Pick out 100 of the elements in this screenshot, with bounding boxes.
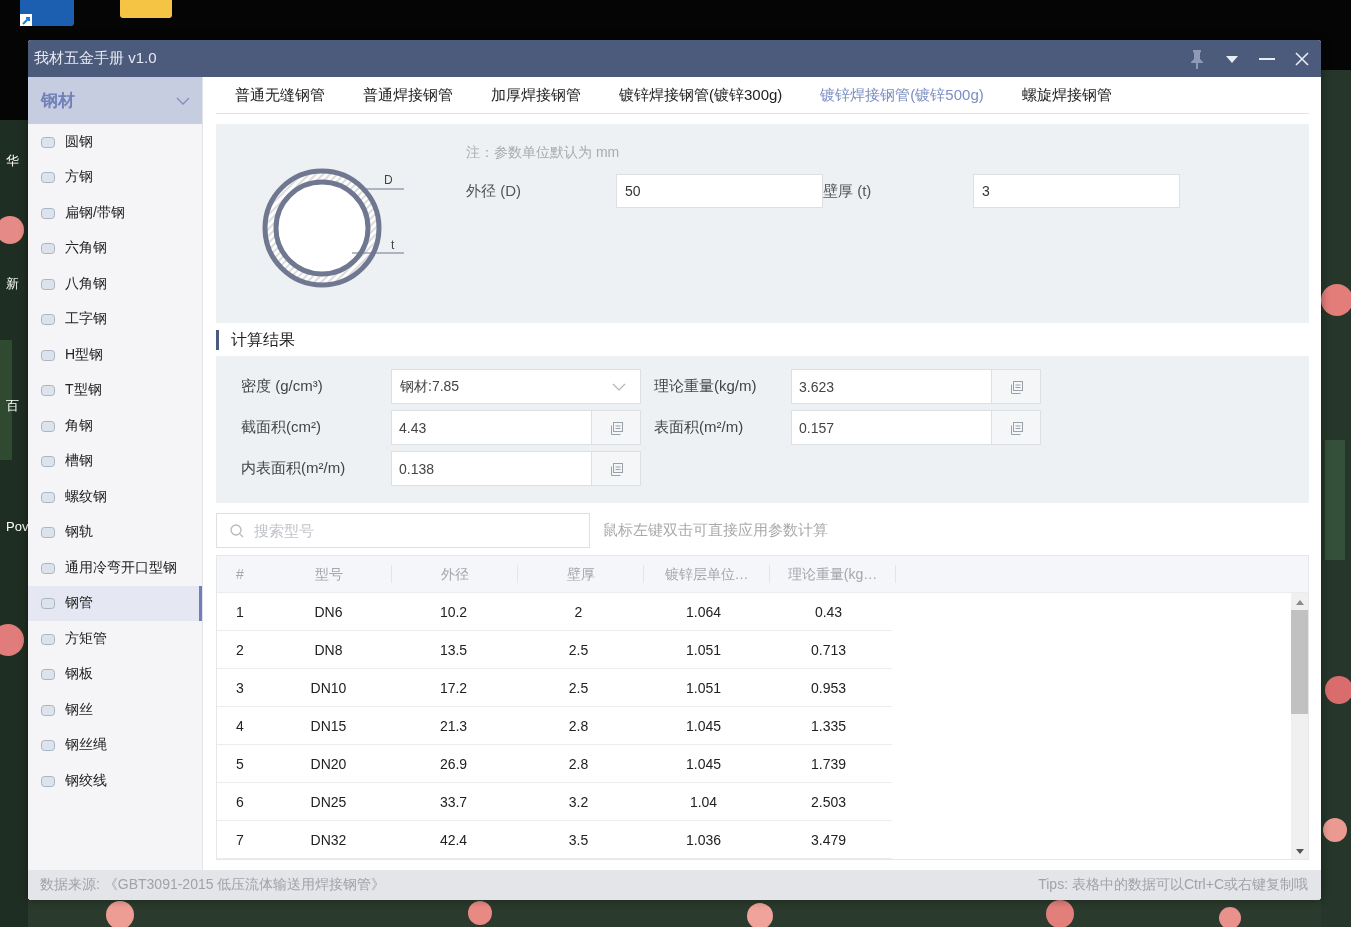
table-cell-text: 1.04 [688, 793, 719, 810]
table-cell-text: DN20 [309, 755, 348, 772]
field-label: 外径 (D) [466, 181, 522, 201]
steel-profile-icon [40, 240, 56, 257]
table-cell-text: 2.5 [567, 641, 590, 658]
output-field[interactable]: 3.623 [791, 369, 992, 404]
copy-icon [1009, 379, 1023, 394]
table-cell-text: DN10 [309, 679, 348, 696]
sidebar-item[interactable]: 钢轨 [28, 514, 202, 550]
sidebar-item[interactable]: 槽钢 [28, 443, 202, 479]
sidebar-item[interactable]: 角钢 [28, 408, 202, 444]
sidebar-item[interactable]: 通用冷弯开口型钢 [28, 550, 202, 586]
steel-profile-icon [40, 595, 56, 612]
table-cell-text: 2 [573, 603, 584, 620]
table-row[interactable]: 7 DN32 42.4 3.5 1.036 3.479 [217, 821, 892, 859]
table-cell-text: 17.2 [438, 679, 469, 696]
copy-button[interactable] [592, 410, 641, 445]
steel-profile-icon [40, 737, 56, 754]
table-cell-text: 2.8 [567, 755, 590, 772]
search-field[interactable]: 搜索型号 [216, 513, 590, 548]
output-field[interactable]: 0.138 [391, 451, 592, 486]
status-text: Tips: 表格中的数据可以Ctrl+C或右键复制哦 [1038, 876, 1308, 894]
note-text: 注：参数单位默认为 mm [466, 144, 621, 162]
copy-icon [609, 420, 623, 435]
sidebar-item[interactable]: 六角钢 [28, 230, 202, 266]
table-cell-text: 1.335 [809, 717, 847, 734]
tab[interactable]: 加厚焊接钢管 [472, 85, 600, 105]
steel-profile-icon [40, 169, 56, 186]
sidebar-item[interactable]: 钢丝绳 [28, 727, 202, 763]
search-icon [230, 524, 244, 538]
table-row[interactable]: 3 DN10 17.2 2.5 1.051 0.953 [217, 669, 892, 707]
sidebar-item[interactable]: 钢管 [28, 585, 202, 621]
tab[interactable]: 普通焊接钢管 [344, 85, 472, 105]
table-cell-text: 33.7 [438, 793, 469, 810]
field-label: 内表面积(m²/m) [241, 459, 347, 478]
pin-icon[interactable] [1189, 48, 1205, 69]
sidebar-item[interactable]: 螺纹钢 [28, 479, 202, 515]
table-cell-text: DN8 [313, 641, 344, 658]
copy-button[interactable] [992, 410, 1041, 445]
sidebar-item[interactable]: 钢板 [28, 656, 202, 692]
sidebar-item[interactable]: T型钢 [28, 372, 202, 408]
table-cell-text: 2.8 [567, 717, 590, 734]
input-field[interactable]: 50 [616, 174, 823, 208]
sidebar-item[interactable]: 方钢 [28, 159, 202, 195]
sidebar-item[interactable]: 八角钢 [28, 266, 202, 302]
copy-button[interactable] [592, 451, 641, 486]
field-label: 壁厚 (t) [823, 181, 873, 201]
scrollbar-thumb[interactable] [1291, 610, 1308, 714]
section-title: 计算结果 [216, 330, 1309, 350]
table-cell-text: 4 [235, 717, 245, 734]
dimension-label: D [384, 173, 393, 187]
table-cell-text: 1.036 [684, 831, 722, 848]
copy-button[interactable] [992, 369, 1041, 404]
scroll-up-icon[interactable] [1295, 599, 1304, 605]
table-cell-text: 1.064 [684, 603, 722, 620]
steel-profile-icon [40, 382, 56, 399]
scroll-down-icon[interactable] [1295, 849, 1304, 855]
copy-icon [1009, 420, 1023, 435]
status-text: 数据来源: 《GBT3091-2015 低压流体输送用焊接钢管》 [40, 876, 386, 894]
chevron-down-icon [176, 96, 190, 105]
table-cell-text: 10.2 [438, 603, 469, 620]
sidebar-item[interactable]: 圆钢 [28, 124, 202, 160]
caret-icon[interactable] [1225, 53, 1239, 64]
steel-profile-icon [40, 524, 56, 541]
window-title: 我材五金手册 v1.0 [34, 49, 157, 68]
table-cell-text: 1.045 [684, 755, 722, 772]
table-row[interactable]: 2 DN8 13.5 2.5 1.051 0.713 [217, 631, 892, 669]
output-field[interactable]: 0.157 [791, 410, 992, 445]
table-cell-text: 3.479 [809, 831, 847, 848]
table-row[interactable]: 6 DN25 33.7 3.2 1.04 2.503 [217, 783, 892, 821]
table-cell-text: 0.43 [813, 603, 844, 620]
steel-profile-icon [40, 453, 56, 470]
sidebar-item[interactable]: 方矩管 [28, 621, 202, 657]
table-cell-text: 3 [235, 679, 245, 696]
sidebar-item[interactable]: H型钢 [28, 337, 202, 373]
table-cell-text: 0.953 [809, 679, 847, 696]
table-cell-text: DN32 [309, 831, 348, 848]
sidebar-item[interactable]: 扁钢/带钢 [28, 195, 202, 231]
output-field[interactable]: 4.43 [391, 410, 592, 445]
sidebar-item[interactable]: 工字钢 [28, 301, 202, 337]
sidebar-item[interactable]: 钢丝 [28, 692, 202, 728]
tab[interactable]: 螺旋焊接钢管 [1002, 85, 1131, 105]
sidebar-item[interactable]: 钢绞线 [28, 763, 202, 799]
scrollbar[interactable] [1291, 593, 1308, 859]
input-field[interactable]: 3 [973, 174, 1180, 208]
table-cell-text: 21.3 [438, 717, 469, 734]
table-row[interactable]: 4 DN15 21.3 2.8 1.045 1.335 [217, 707, 892, 745]
table-cell-text: 3.2 [567, 793, 590, 810]
table-cell-text: 6 [235, 793, 245, 810]
table-cell-text: 13.5 [438, 641, 469, 658]
table-cell-text: DN6 [313, 603, 344, 620]
close-icon[interactable] [1295, 51, 1309, 66]
table-cell-text: 3.5 [567, 831, 590, 848]
table-cell-text: 1 [235, 603, 245, 620]
table-row[interactable]: 1 DN6 10.2 2 1.064 0.43 [217, 593, 892, 631]
tab[interactable]: 镀锌焊接钢管(镀锌300g) [600, 85, 802, 105]
dropdown[interactable]: 钢材:7.85 [391, 369, 641, 404]
table-row[interactable]: 5 DN20 26.9 2.8 1.045 1.739 [217, 745, 892, 783]
table-cell-text: 2.5 [567, 679, 590, 696]
tab[interactable]: 普通无缝钢管 [216, 85, 344, 105]
